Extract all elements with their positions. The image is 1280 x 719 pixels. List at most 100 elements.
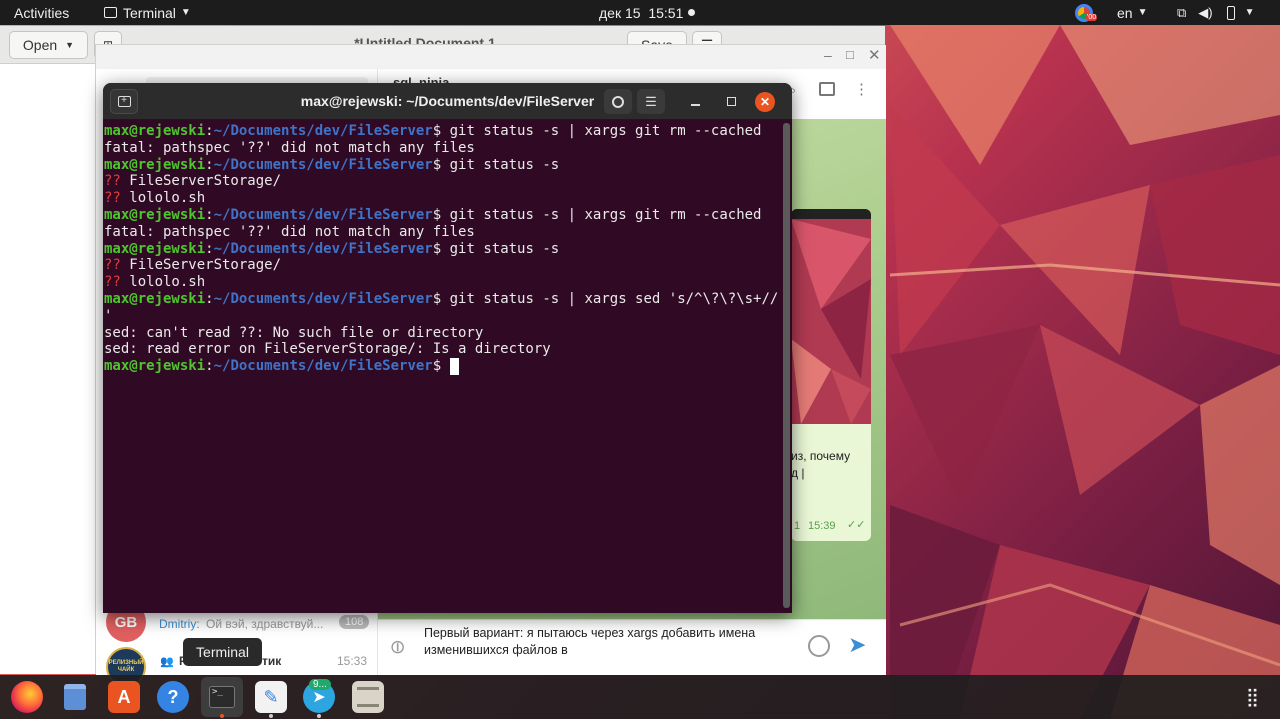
help-icon[interactable]: ? xyxy=(157,681,189,713)
prompt-user-host: max@rejewski xyxy=(104,123,206,139)
battery-icon xyxy=(1226,5,1235,20)
running-indicator xyxy=(269,714,273,718)
network-icon: ⧉ xyxy=(1177,4,1187,20)
unread-badge: 108 xyxy=(339,615,370,629)
terminal-scrollbar[interactable] xyxy=(783,123,790,608)
send-icon[interactable]: ➤ xyxy=(848,632,866,658)
running-indicator xyxy=(317,714,321,718)
group-icon: 👥 xyxy=(160,656,174,668)
terminal-line: ?? lololo.sh xyxy=(104,190,783,207)
untracked-marker: ?? xyxy=(104,274,121,291)
firefox-icon[interactable] xyxy=(11,681,43,713)
terminal-line: ?? FileServerStorage/ xyxy=(104,173,783,190)
app-menu[interactable]: Terminal ▼ xyxy=(104,0,191,25)
terminal-dock-icon[interactable]: >_ xyxy=(201,677,243,717)
notification-dot-icon xyxy=(688,9,696,16)
activities-label: Activities xyxy=(14,4,70,21)
terminal-command: git status -s xyxy=(441,240,560,257)
untracked-marker: ?? xyxy=(104,173,121,190)
app-menu-label: Terminal xyxy=(123,4,176,21)
minimize-icon xyxy=(690,103,700,106)
sidebar-toggle-icon[interactable] xyxy=(819,82,835,96)
dock-tooltip: Terminal xyxy=(183,638,262,666)
hamburger-icon: ☰ xyxy=(645,93,657,109)
message-time: 15:39 xyxy=(808,520,836,532)
running-indicator xyxy=(220,714,224,718)
minimize-button[interactable] xyxy=(681,89,709,114)
telegram-badge: 9... xyxy=(309,679,331,690)
terminal-output[interactable]: max@rejewski:~/Documents/dev/FileServer$… xyxy=(103,123,783,613)
new-tab-icon: + xyxy=(117,96,131,107)
attach-icon[interactable]: ⊘ xyxy=(384,634,412,662)
terminal-line: max@rejewski:~/Documents/dev/FileServer$ xyxy=(104,358,783,376)
new-tab-button[interactable]: + xyxy=(110,89,138,114)
terminal-command: git status -s xyxy=(441,156,560,173)
clock[interactable]: дек 15 15:51 xyxy=(599,0,696,25)
files-icon[interactable] xyxy=(59,681,91,713)
terminal-line: fatal: pathspec '??' did not match any f… xyxy=(104,224,783,241)
message-bubble[interactable]: из, почему д | 1 15:39 ✓✓ xyxy=(791,209,871,541)
minimize-icon[interactable]: – xyxy=(824,47,832,63)
terminal-line: max@rejewski:~/Documents/dev/FileServer$… xyxy=(104,156,560,173)
terminal-line: ?? lololo.sh xyxy=(104,274,783,291)
prompt-path: ~/Documents/dev/FileServer xyxy=(213,156,433,173)
terminal-output-text: sed: read error on FileServerStorage/: I… xyxy=(104,341,551,358)
chevron-down-icon: ▼ xyxy=(65,40,75,50)
message-input-line-1: Первый вариант: я пытаюсь через xargs до… xyxy=(424,626,756,640)
menu-button[interactable]: ☰ xyxy=(637,89,665,114)
untracked-marker: ?? xyxy=(104,190,121,207)
search-button[interactable] xyxy=(604,89,632,114)
message-image[interactable] xyxy=(791,209,871,424)
open-button[interactable]: Open ▼ xyxy=(9,31,88,59)
file-path: lololo.sh xyxy=(120,190,206,207)
language-selector[interactable]: en ▼ xyxy=(1117,0,1147,25)
language-label: en xyxy=(1117,4,1133,21)
terminal-line: ' xyxy=(104,308,783,325)
file-path: lololo.sh xyxy=(120,274,206,291)
more-options-icon[interactable]: ⋮ xyxy=(854,80,869,98)
maximize-button[interactable] xyxy=(717,89,745,114)
prompt-user-host: max@rejewski xyxy=(104,358,206,375)
terminal-line: sed: can't read ??: No such file or dire… xyxy=(104,325,783,342)
prompt-path: ~/Documents/dev/FileServer xyxy=(213,240,433,257)
terminal-line: max@rejewski:~/Documents/dev/FileServer$… xyxy=(104,123,762,139)
message-input-line-2: изменившихся файлов в xyxy=(424,643,568,657)
prompt-path: ~/Documents/dev/FileServer xyxy=(213,206,433,223)
prompt-path: ~/Documents/dev/FileServer xyxy=(213,290,433,307)
terminal-line: fatal: pathspec '??' did not match any f… xyxy=(104,140,783,157)
telegram-titlebar: – □ ✕ xyxy=(96,45,886,69)
message-count: 1 xyxy=(794,520,801,532)
file-path: FileServerStorage/ xyxy=(120,257,282,274)
chat-name-end: тик xyxy=(262,654,282,668)
terminal-command: git status -s | xargs sed 's/^\?\?\s+// xyxy=(441,290,779,307)
prompt-path: ~/Documents/dev/FileServer xyxy=(213,358,433,375)
terminal-app-icon xyxy=(104,7,117,18)
chat-time: 15:33 xyxy=(337,654,368,668)
emoji-icon[interactable] xyxy=(808,635,830,657)
prompt-user-host: max@rejewski xyxy=(104,240,206,257)
terminal-line: max@rejewski:~/Documents/dev/FileServer$… xyxy=(104,240,560,257)
maximize-icon[interactable]: □ xyxy=(846,47,854,62)
system-menu[interactable]: ⧉ ◀) ▼ xyxy=(1177,0,1255,25)
terminal-command xyxy=(441,358,449,374)
untracked-marker: ?? xyxy=(104,257,121,274)
gedit-editor-area[interactable] xyxy=(0,64,95,674)
software-store-icon[interactable]: A xyxy=(108,681,140,713)
close-icon: ✕ xyxy=(759,95,771,109)
chat-preview: Ой вэй, здравствуй... xyxy=(206,617,324,631)
open-button-label: Open xyxy=(22,37,58,53)
file-path: FileServerStorage/ xyxy=(120,173,282,190)
close-button[interactable]: ✕ xyxy=(755,92,775,112)
chevron-down-icon: ▼ xyxy=(180,7,191,18)
clock-datetime: дек 15 15:51 xyxy=(599,4,684,21)
activities-button[interactable]: Activities xyxy=(14,0,69,25)
close-icon[interactable]: ✕ xyxy=(868,46,881,64)
archive-manager-icon[interactable] xyxy=(352,681,384,713)
tray-app-indicator[interactable]: '00 xyxy=(1075,0,1098,25)
message-input[interactable]: Первый вариант: я пытаюсь через xargs до… xyxy=(424,625,794,659)
chat-sender-name: Dmitriy: xyxy=(159,617,200,631)
terminal-window: + max@rejewski: ~/Documents/dev/FileServ… xyxy=(103,83,792,613)
compose-area: ⊘ Первый вариант: я пытаюсь через xargs … xyxy=(378,619,886,675)
show-applications-icon[interactable]: ⣿ xyxy=(1236,681,1268,713)
text-editor-icon[interactable]: ✎ xyxy=(255,681,287,713)
